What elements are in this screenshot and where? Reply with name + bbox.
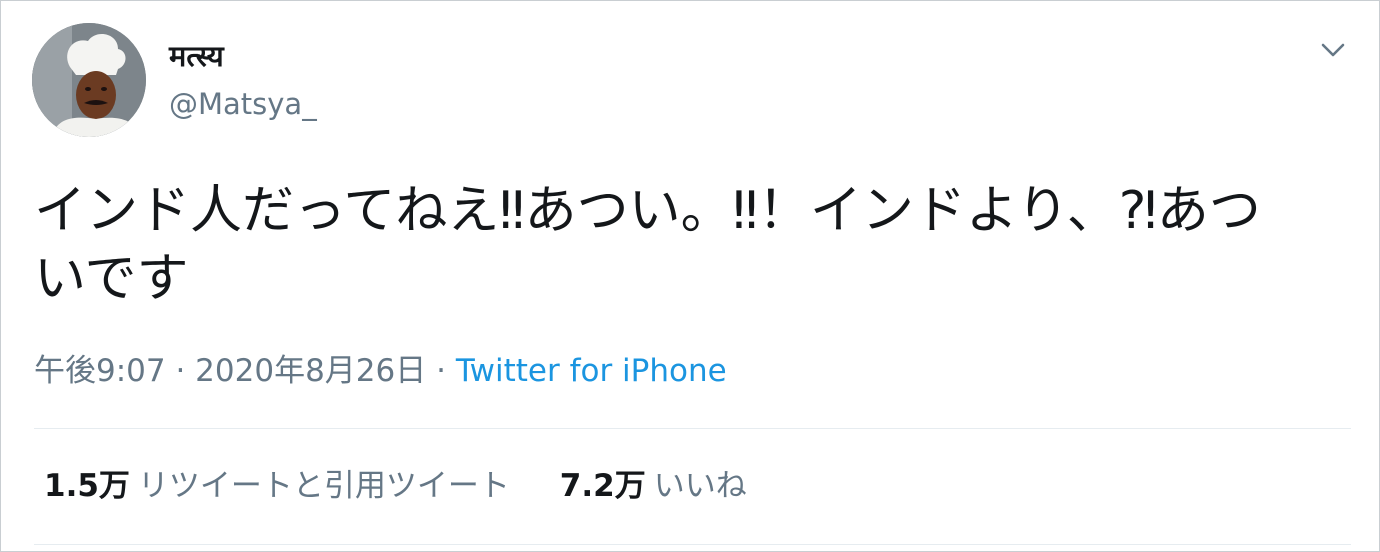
- meta-separator: ·: [426, 353, 456, 389]
- retweets-count: 1.5万: [44, 468, 130, 504]
- tweet-card: मत्स्य @Matsya_ インド人だってねえ‼あつい。‼！インドより、⁈あ…: [0, 0, 1380, 552]
- retweets-label: リツイートと引用ツイート: [137, 468, 510, 504]
- tweet-text-line: インド人だってねえ‼あつい。‼！インドより、⁈あつ: [34, 181, 1261, 241]
- tweet-text-line: いです: [34, 249, 189, 309]
- likes-label: いいね: [653, 468, 747, 504]
- tweet-stats: 1.5万 リツイートと引用ツイート 7.2万 いいね: [44, 466, 747, 506]
- source-link[interactable]: Twitter for iPhone: [456, 353, 727, 389]
- chevron-down-icon[interactable]: [1317, 37, 1349, 63]
- likes-stat[interactable]: 7.2万 いいね: [560, 466, 747, 506]
- tweet-meta: 午後9:07 · 2020年8月26日 · Twitter for iPhone: [34, 351, 727, 391]
- tweet-text: インド人だってねえ‼あつい。‼！インドより、⁈あつ いです: [34, 177, 1334, 313]
- avatar[interactable]: [32, 23, 146, 137]
- divider: [34, 428, 1351, 429]
- timestamp[interactable]: 午後9:07 · 2020年8月26日: [34, 353, 426, 389]
- retweets-stat[interactable]: 1.5万 リツイートと引用ツイート: [44, 466, 510, 506]
- avatar-image: [32, 23, 146, 137]
- user-handle[interactable]: @Matsya_: [169, 87, 317, 121]
- likes-count: 7.2万: [559, 468, 646, 504]
- display-name[interactable]: मत्स्य: [169, 39, 224, 73]
- divider: [34, 544, 1351, 545]
